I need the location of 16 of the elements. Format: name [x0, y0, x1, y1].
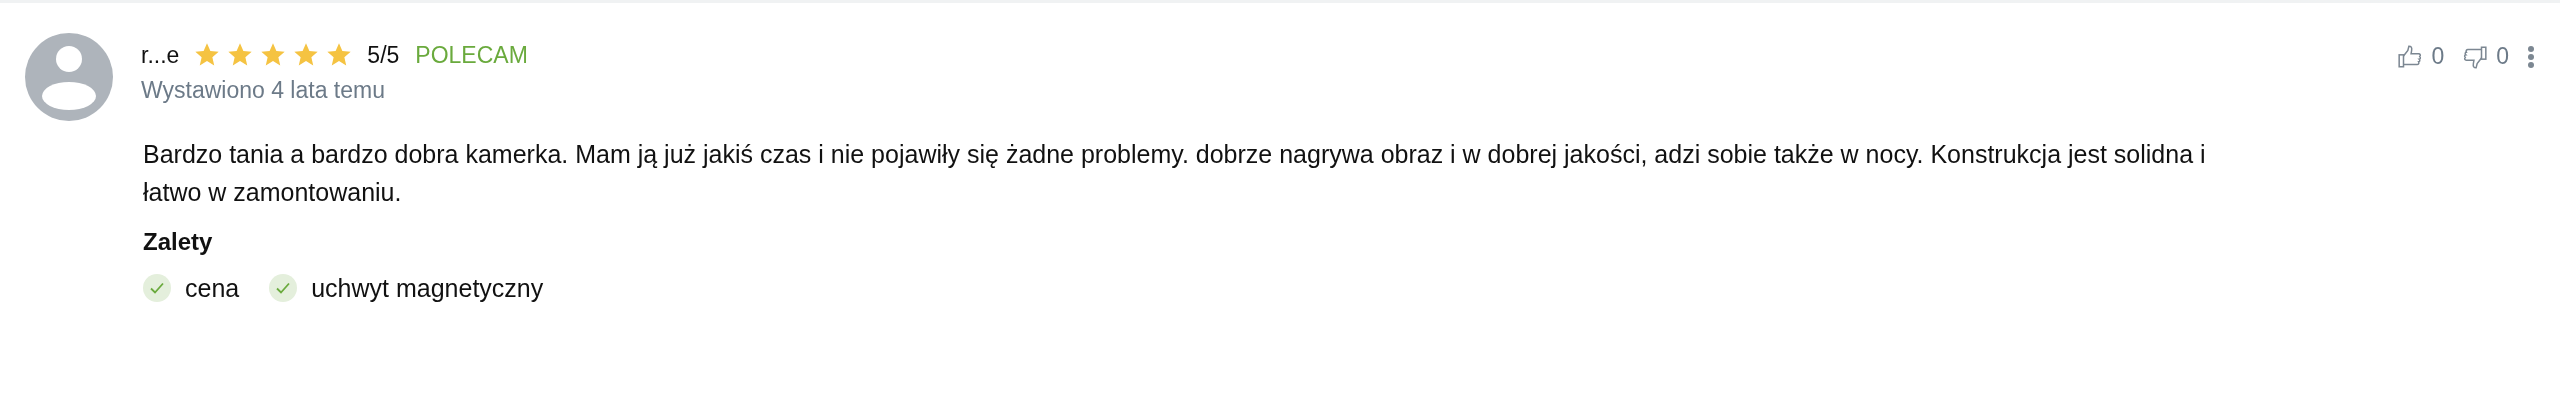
- author-name: r...e: [141, 41, 180, 69]
- pros-heading: Zalety: [143, 227, 214, 257]
- like-count: 0: [2431, 43, 2445, 70]
- review-text: Bardzo tania a bardzo dobra kamerka. Mam ją już jakiś czas i nie pojawiły się żadne problemy. dobrze nagrywa obraz i w dobrej jakości, adzi sobie także w nocy. Konstrukcja jest solidna i łatwo w zamontowaniu.: [143, 139, 2207, 208]
- thumbs-up-icon[interactable]: [2397, 43, 2424, 70]
- review-date: Wystawiono 4 lata temu: [141, 77, 386, 104]
- check-icon: [143, 274, 171, 302]
- rating-score: 5/5: [367, 41, 400, 69]
- dislike-count: 0: [2496, 43, 2509, 70]
- pro-item: cena: [185, 273, 240, 304]
- more-options-icon[interactable]: [2527, 44, 2535, 69]
- thumbs-down-icon[interactable]: [2462, 43, 2489, 70]
- pro-item: uchwyt magnetyczny: [311, 273, 544, 304]
- avatar-icon: [25, 33, 113, 121]
- recommendation-label: POLECAM: [415, 41, 528, 69]
- check-icon: [269, 274, 298, 302]
